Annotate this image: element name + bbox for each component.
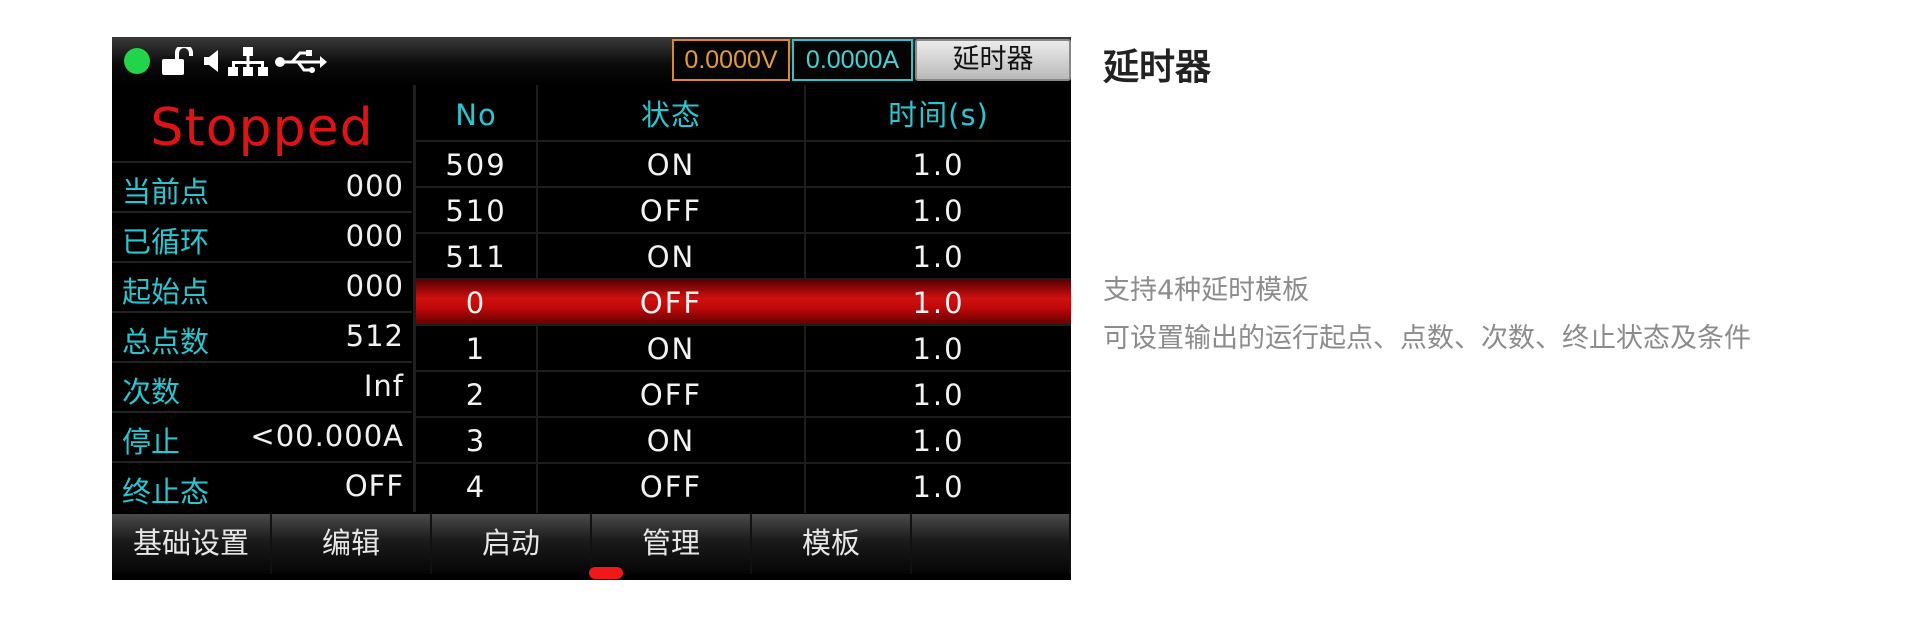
header-no: No — [455, 98, 497, 132]
softkey-edit[interactable]: 编辑 — [272, 514, 432, 574]
cell-time: 1.0 — [912, 332, 965, 366]
info-value: OFF — [344, 469, 404, 503]
usb-icon — [275, 50, 327, 73]
info-label: 已循环 — [122, 225, 210, 259]
cell-state: OFF — [639, 378, 703, 412]
header-time: 时间(s) — [888, 98, 989, 132]
cell-state: OFF — [639, 470, 703, 504]
mode-tab-delay[interactable]: 延时器 — [915, 39, 1071, 81]
cell-no: 1 — [465, 332, 487, 366]
feature-line-1: 支持4种延时模板 — [1103, 275, 1310, 306]
cell-time: 1.0 — [912, 194, 965, 228]
cell-time: 1.0 — [912, 286, 965, 320]
info-row-start-point: 起始点 000 — [112, 261, 412, 313]
voltage-readout: 0.0000V — [672, 39, 790, 81]
cell-no: 509 — [445, 148, 507, 182]
instrument-screen: 0.0000V 0.0000A 延时器 Stopped 当前点 000 已循环 … — [112, 37, 1071, 580]
info-value: 000 — [345, 219, 404, 253]
info-value: 512 — [345, 319, 404, 353]
table-row-selected[interactable]: 0 OFF 1.0 — [416, 278, 1071, 326]
cell-no: 4 — [465, 470, 487, 504]
cell-state: ON — [646, 332, 696, 366]
cell-state: OFF — [639, 286, 703, 320]
info-value: <00.000A — [250, 419, 404, 453]
info-row-count: 次数 Inf — [112, 361, 412, 413]
network-icon — [228, 47, 268, 76]
feature-title: 延时器 — [1103, 47, 1212, 88]
run-state: Stopped — [150, 98, 374, 158]
table-row[interactable]: 2 OFF 1.0 — [416, 370, 1071, 418]
table-row[interactable]: 510 OFF 1.0 — [416, 186, 1071, 234]
info-value: Inf — [363, 369, 404, 403]
page-indicator — [589, 567, 623, 579]
unlock-icon — [162, 47, 193, 75]
feature-line-2: 可设置输出的运行起点、点数、次数、终止状态及条件 — [1103, 323, 1751, 354]
info-label: 总点数 — [122, 325, 210, 359]
info-row-current-point: 当前点 000 — [112, 161, 412, 213]
softkey-basic-settings[interactable]: 基础设置 — [112, 514, 272, 574]
info-label: 当前点 — [122, 175, 210, 209]
info-label: 停止 — [122, 425, 181, 459]
softkey-start[interactable]: 启动 — [432, 514, 592, 574]
info-label: 起始点 — [122, 275, 210, 309]
speaker-icon — [204, 50, 218, 72]
cell-time: 1.0 — [912, 470, 965, 504]
cell-time: 1.0 — [912, 378, 965, 412]
cell-time: 1.0 — [912, 240, 965, 274]
table-row[interactable]: 1 ON 1.0 — [416, 324, 1071, 372]
table-row[interactable]: 4 OFF 1.0 — [416, 462, 1071, 510]
info-label: 次数 — [122, 375, 181, 409]
table-row[interactable]: 511 ON 1.0 — [416, 232, 1071, 280]
softkey-empty[interactable] — [912, 514, 1071, 574]
softkey-template[interactable]: 模板 — [752, 514, 912, 574]
info-row-cycles: 已循环 000 — [112, 211, 412, 263]
info-value: 000 — [345, 269, 404, 303]
status-bar: 0.0000V 0.0000A 延时器 — [112, 37, 1071, 85]
table-row[interactable]: 509 ON 1.0 — [416, 140, 1071, 188]
cell-time: 1.0 — [912, 424, 965, 458]
cell-no: 3 — [465, 424, 487, 458]
cell-state: ON — [646, 240, 696, 274]
cell-time: 1.0 — [912, 148, 965, 182]
cell-state: ON — [646, 148, 696, 182]
info-label: 终止态 — [122, 475, 210, 509]
cell-no: 2 — [465, 378, 487, 412]
table-row[interactable]: 3 ON 1.0 — [416, 416, 1071, 464]
softkey-manage[interactable]: 管理 — [592, 514, 752, 574]
info-value: 000 — [345, 169, 404, 203]
cell-state: ON — [646, 424, 696, 458]
current-readout: 0.0000A — [792, 39, 913, 81]
delay-table: No 状态 时间(s) 509 ON 1.0 510 OFF 1.0 511 O… — [416, 85, 1071, 513]
cell-no: 0 — [465, 286, 487, 320]
info-row-total-points: 总点数 512 — [112, 311, 412, 363]
status-dot-icon — [124, 48, 150, 74]
cell-no: 510 — [445, 194, 507, 228]
info-row-end-state: 终止态 OFF — [112, 461, 412, 513]
cell-state: OFF — [639, 194, 703, 228]
cell-no: 511 — [445, 240, 507, 274]
header-state: 状态 — [640, 98, 701, 132]
info-row-stop-condition: 停止 <00.000A — [112, 411, 412, 463]
